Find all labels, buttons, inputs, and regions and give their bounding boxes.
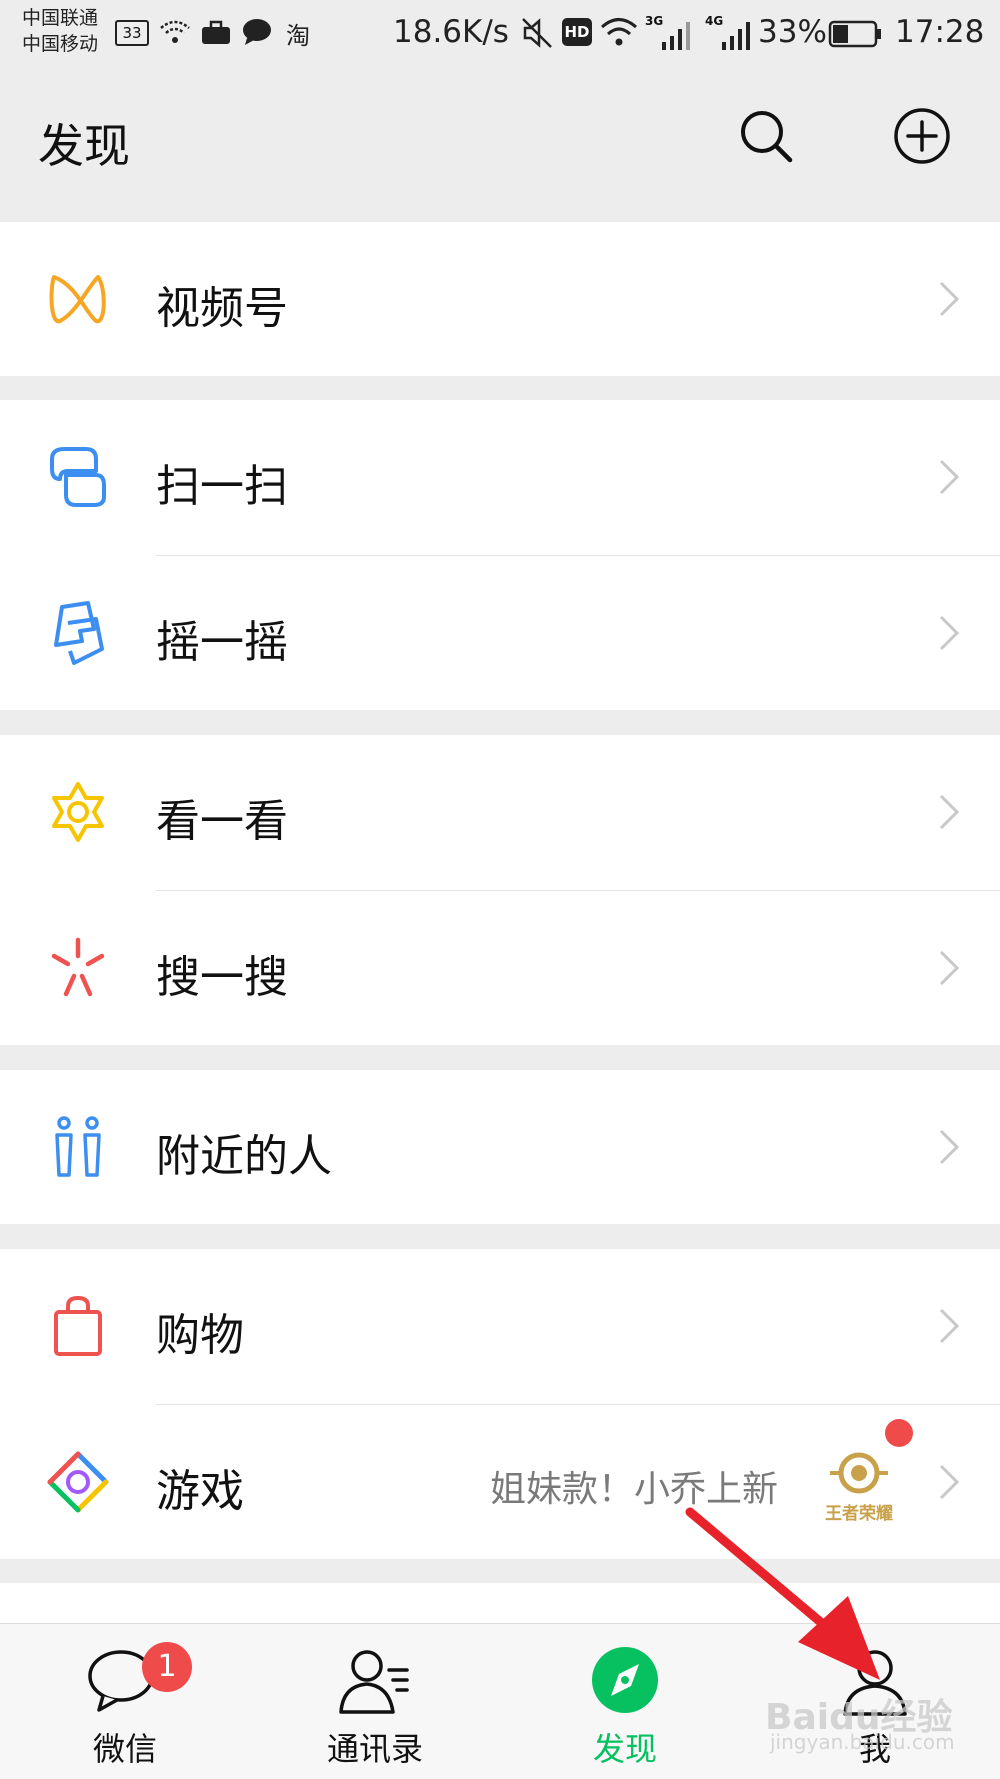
watermark-url: jingyan.baidu.com xyxy=(770,1730,955,1754)
menu-item-shake[interactable]: 摇一摇 xyxy=(0,556,1000,710)
shopping-bag-icon xyxy=(54,1295,102,1356)
signal-4g-icon xyxy=(722,22,750,50)
shake-icon xyxy=(54,601,104,665)
carrier-2: 中国移动 xyxy=(22,33,99,55)
menu-item-scan[interactable]: 扫一扫 xyxy=(0,400,1000,554)
tab-chats[interactable]: 1 微信 xyxy=(0,1624,250,1779)
status-bar: 中国联通 中国移动 33 淘 18.6K/s HD 3G 4G 33% 17:2… xyxy=(0,0,1000,70)
hd-icon: HD xyxy=(562,18,592,46)
add-icon[interactable] xyxy=(892,106,952,166)
search-sparkle-icon xyxy=(51,937,105,997)
channels-icon xyxy=(49,275,106,324)
people-nearby-icon xyxy=(55,1116,101,1177)
battery-percent: 33% xyxy=(758,14,827,50)
compass-icon xyxy=(592,1647,658,1713)
notification-count-icon: 33 xyxy=(115,20,149,46)
battery-icon xyxy=(828,20,881,48)
menu-item-nearby[interactable]: 附近的人 xyxy=(0,1070,1000,1224)
wifi-icon xyxy=(601,18,637,46)
menu-item-label: 购物 xyxy=(156,1310,244,1361)
menu-item-label: 附近的人 xyxy=(156,1131,332,1182)
group-nearby: 附近的人 xyxy=(0,1070,1000,1224)
menu-item-shopping[interactable]: 购物 xyxy=(0,1249,1000,1403)
chevron-right-icon xyxy=(939,950,960,986)
menu-item-search[interactable]: 搜一搜 xyxy=(0,891,1000,1045)
signal-3g-icon xyxy=(662,22,690,50)
page-title: 发现 xyxy=(38,119,130,173)
menu-item-label: 游戏 xyxy=(156,1466,244,1517)
unread-badge: 1 xyxy=(142,1642,192,1692)
chevron-right-icon xyxy=(939,1464,960,1500)
chevron-right-icon xyxy=(939,1308,960,1344)
chevron-right-icon xyxy=(939,615,960,651)
chevron-right-icon xyxy=(939,1129,960,1165)
chevron-right-icon xyxy=(939,459,960,495)
tab-label: 发现 xyxy=(592,1730,657,1768)
contacts-icon xyxy=(339,1650,409,1714)
chevron-right-icon xyxy=(939,794,960,830)
menu-item-top-stories[interactable]: 看一看 xyxy=(0,735,1000,889)
clock: 17:28 xyxy=(895,14,985,50)
top-stories-icon xyxy=(52,782,104,842)
wifi-hotspot-icon xyxy=(160,20,190,43)
header: 发现 xyxy=(0,70,1000,222)
menu-item-label: 视频号 xyxy=(156,283,288,334)
tab-contacts[interactable]: 通讯录 xyxy=(250,1624,500,1779)
carrier-1: 中国联通 xyxy=(22,7,99,29)
new-dot xyxy=(885,1419,913,1447)
menu-item-label: 搜一搜 xyxy=(156,952,288,1003)
taobao-icon: 淘 xyxy=(286,22,310,50)
menu-item-channels[interactable]: 视频号 xyxy=(0,222,1000,376)
menu-item-label: 看一看 xyxy=(156,796,288,847)
games-icon xyxy=(47,1451,109,1513)
mute-icon xyxy=(522,18,552,48)
group-look-search: 看一看 搜一搜 xyxy=(0,735,1000,1045)
message-bubble-icon xyxy=(243,19,271,45)
search-icon[interactable] xyxy=(736,106,796,166)
briefcase-icon xyxy=(202,20,230,44)
annotation-arrow-icon xyxy=(685,1507,880,1680)
chevron-right-icon xyxy=(939,281,960,317)
menu-item-label: 摇一摇 xyxy=(156,617,288,668)
scan-icon xyxy=(50,447,106,507)
group-scan-shake: 扫一扫 摇一摇 xyxy=(0,400,1000,710)
tab-label: 微信 xyxy=(92,1730,157,1768)
menu-item-label: 扫一扫 xyxy=(156,461,288,512)
tab-label: 通讯录 xyxy=(326,1730,423,1768)
network-speed: 18.6K/s xyxy=(393,14,509,50)
group-channels: 视频号 xyxy=(0,222,1000,376)
